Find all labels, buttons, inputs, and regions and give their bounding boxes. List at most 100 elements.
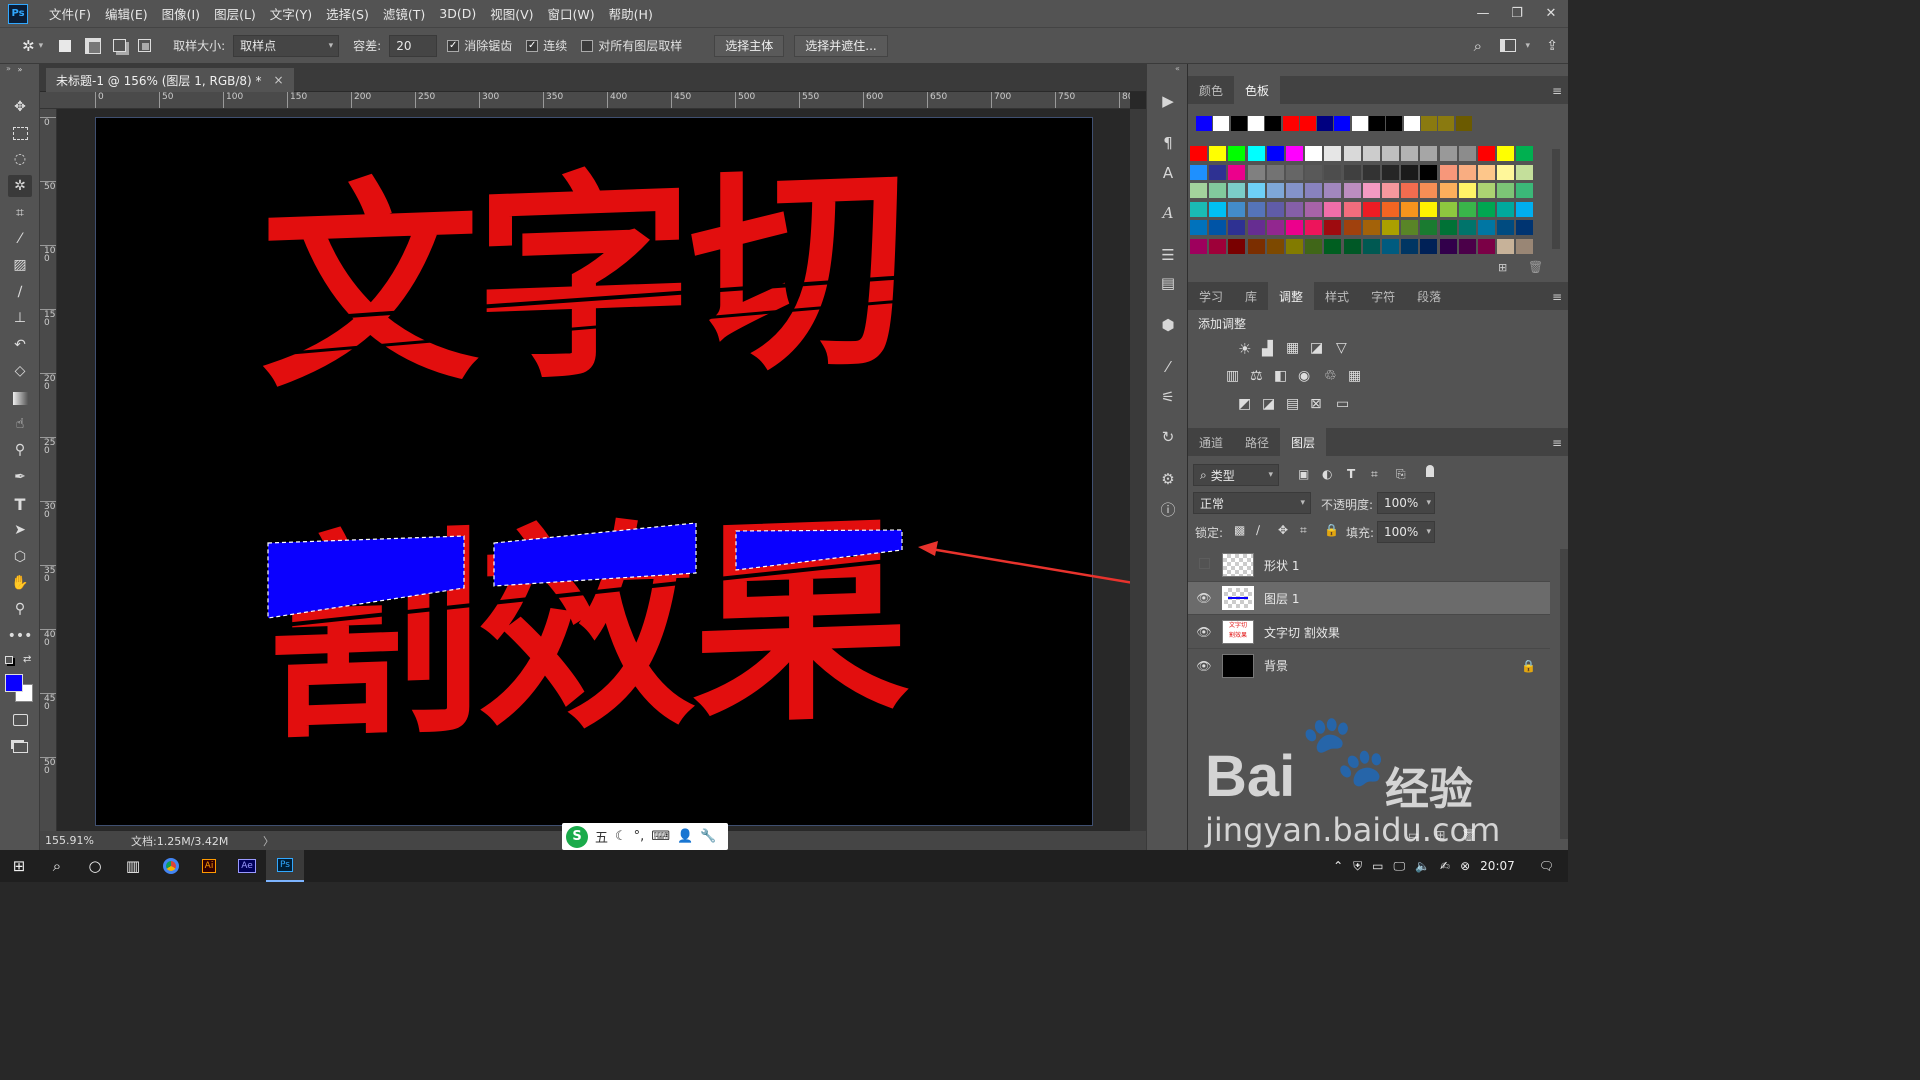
swatch[interactable] — [1190, 146, 1207, 161]
swatch[interactable] — [1343, 146, 1361, 161]
photo-filter-icon[interactable]: ◉ — [1298, 368, 1310, 384]
tab-paths[interactable]: 路径 — [1234, 428, 1280, 456]
swatch[interactable] — [1458, 164, 1476, 180]
swatch[interactable] — [1497, 146, 1515, 161]
color-lookup-icon[interactable]: ▦ — [1348, 368, 1361, 384]
brightness-icon[interactable]: ☀ — [1238, 340, 1251, 358]
swatch[interactable] — [1266, 238, 1284, 254]
photoshop-app[interactable]: Ps — [266, 850, 304, 882]
collapse-icon[interactable]: » — [6, 64, 11, 73]
wrench-icon[interactable]: 🔧 — [700, 829, 716, 844]
history-brush-icon[interactable]: ↶ — [8, 334, 32, 356]
filter-shape-icon[interactable]: ⌗ — [1371, 467, 1378, 482]
swatch[interactable] — [1382, 220, 1399, 235]
keyboard-icon[interactable]: ⌨ — [651, 829, 670, 844]
after-effects-app[interactable]: Ae — [228, 850, 266, 882]
swatch[interactable] — [1228, 238, 1246, 254]
swatch[interactable] — [1209, 183, 1227, 198]
swatch[interactable] — [1247, 201, 1265, 217]
eraser-tool-icon[interactable]: ◇ — [8, 360, 32, 382]
swatch[interactable] — [1305, 238, 1323, 254]
healing-brush-icon[interactable]: ▨ — [8, 254, 32, 276]
layer-row[interactable]: 形状 1 — [1188, 549, 1550, 582]
tab-channels[interactable]: 通道 — [1188, 428, 1234, 456]
layer-name[interactable]: 背景 — [1264, 657, 1521, 674]
swatch[interactable] — [1190, 220, 1207, 235]
swatch[interactable] — [1286, 238, 1303, 254]
swatch[interactable] — [1228, 146, 1246, 161]
search-icon[interactable]: ⌕ — [38, 850, 76, 882]
swatch[interactable] — [1324, 220, 1342, 235]
swatch[interactable] — [1228, 164, 1246, 180]
swatch[interactable] — [1362, 201, 1380, 217]
magic-wand-icon[interactable]: ✲ — [22, 37, 35, 55]
swatch[interactable] — [1362, 238, 1380, 254]
menu-filter[interactable]: 滤镜(T) — [376, 4, 432, 23]
subtract-selection-icon[interactable] — [113, 39, 127, 52]
swatch[interactable] — [1497, 238, 1515, 254]
tab-layers[interactable]: 图层 — [1280, 428, 1327, 456]
brush-tool-icon[interactable]: ∕ — [8, 281, 32, 303]
swatch[interactable] — [1190, 164, 1207, 180]
add-selection-icon[interactable] — [85, 37, 102, 54]
swatch[interactable] — [1266, 201, 1284, 217]
threshold-icon[interactable]: ▤ — [1286, 396, 1299, 412]
swatch[interactable] — [1265, 116, 1282, 131]
layer-filter-select[interactable]: ⌕ 类型 ▾ — [1193, 464, 1279, 486]
layer-name[interactable]: 文字切 割效果 — [1264, 624, 1340, 641]
swatch[interactable] — [1516, 220, 1534, 235]
swatch[interactable] — [1286, 164, 1303, 180]
color-balance-icon[interactable]: ⚖ — [1250, 368, 1263, 384]
swatch[interactable] — [1478, 220, 1495, 235]
swatch[interactable] — [1190, 238, 1207, 254]
blend-mode-select[interactable]: 正常 ▾ — [1193, 492, 1311, 514]
menu-3d[interactable]: 3D(D) — [432, 6, 483, 21]
swatch[interactable] — [1209, 220, 1227, 235]
swatch[interactable] — [1343, 201, 1361, 217]
ime-mode[interactable]: 五 — [595, 827, 608, 846]
cortana-icon[interactable]: ○ — [76, 850, 114, 882]
swatch[interactable] — [1401, 238, 1419, 254]
shape-tool-icon[interactable]: ⬡ — [8, 546, 32, 568]
invert-icon[interactable]: ◩ — [1238, 396, 1251, 412]
tab-adjustments[interactable]: 调整 — [1268, 282, 1315, 310]
swatch[interactable] — [1247, 220, 1265, 235]
swatch[interactable] — [1382, 183, 1399, 198]
swatch[interactable] — [1247, 238, 1265, 254]
swatch[interactable] — [1324, 183, 1342, 198]
marquee-tool-icon[interactable] — [8, 122, 32, 144]
hand-tool-icon[interactable]: ✋ — [8, 572, 32, 594]
swatch[interactable] — [1228, 220, 1246, 235]
close-button[interactable]: ✕ — [1534, 0, 1568, 27]
stamp-tool-icon[interactable]: ⊥ — [8, 307, 32, 329]
swatch[interactable] — [1478, 146, 1495, 161]
lasso-tool-icon[interactable]: ◌ — [8, 148, 32, 170]
opacity-input[interactable]: 100% ▾ — [1377, 492, 1435, 514]
swatch-scrollbar[interactable] — [1552, 149, 1560, 249]
swatch[interactable] — [1478, 201, 1495, 217]
channel-mixer-icon[interactable]: ♲ — [1324, 368, 1337, 384]
trash-icon[interactable]: 🗑 — [1528, 260, 1543, 274]
swatch[interactable] — [1439, 238, 1457, 254]
swatch[interactable] — [1266, 146, 1284, 161]
clone-source-icon[interactable]: ⚙ — [1157, 468, 1179, 490]
eye-icon[interactable]: 👁 — [1188, 625, 1220, 639]
select-subject-button[interactable]: 选择主体 — [714, 34, 785, 57]
notes-icon[interactable]: ▤ — [1157, 272, 1179, 294]
swatch[interactable] — [1305, 183, 1323, 198]
type-tool-icon[interactable]: T — [8, 493, 32, 515]
layer-name[interactable]: 形状 1 — [1264, 557, 1299, 574]
foreground-color-swatch[interactable] — [5, 674, 23, 692]
swatch[interactable] — [1516, 183, 1534, 198]
clock[interactable]: 20:07 — [1480, 859, 1515, 873]
swatch[interactable] — [1286, 146, 1303, 161]
swatch[interactable] — [1497, 164, 1515, 180]
chevron-down-icon[interactable]: ▾ — [39, 41, 44, 51]
tab-paragraph[interactable]: 段落 — [1406, 282, 1452, 310]
swatch[interactable] — [1334, 116, 1351, 131]
swatch[interactable] — [1324, 164, 1342, 180]
windows-start-icon[interactable]: ⊞ — [0, 850, 38, 882]
close-tab-icon[interactable]: × — [274, 73, 284, 87]
swatch[interactable] — [1343, 220, 1361, 235]
tab-styles[interactable]: 样式 — [1314, 282, 1360, 310]
